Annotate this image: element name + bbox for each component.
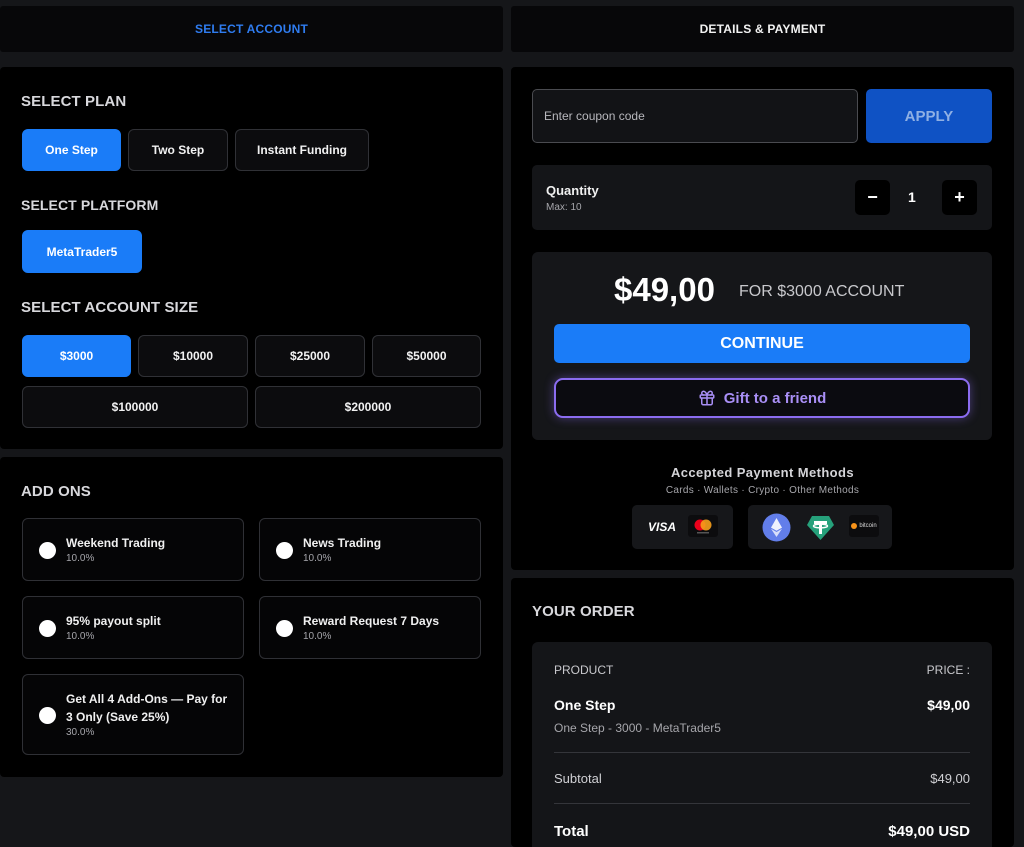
order-table: PRODUCT PRICE : One Step $49,00 One Step… — [532, 642, 992, 847]
size-option-3000[interactable]: $3000 — [22, 335, 131, 377]
payment-methods-subtitle: Cards · Wallets · Crypto · Other Methods — [665, 485, 860, 496]
mastercard-icon — [688, 515, 718, 537]
radio-button[interactable] — [39, 707, 56, 724]
size-option-10000[interactable]: $10000 — [138, 335, 248, 377]
radio-button[interactable] — [276, 542, 293, 559]
addon-percent: 10.0% — [66, 553, 95, 564]
subtotal-value: $49,00 — [930, 771, 970, 786]
gift-to-friend-button[interactable]: Gift to a friend — [554, 378, 970, 418]
visa-icon: VISA — [648, 520, 677, 534]
price-for-account: FOR $3000 ACCOUNT — [739, 283, 905, 300]
plan-option-one-step[interactable]: One Step — [22, 129, 121, 171]
radio-button[interactable] — [39, 542, 56, 559]
size-option-50000[interactable]: $50000 — [372, 335, 481, 377]
product-description: One Step - 3000 - MetaTrader5 — [554, 721, 721, 735]
apply-coupon-button[interactable]: APPLY — [866, 89, 992, 143]
price-column-header: PRICE : — [926, 663, 970, 677]
size-option-200000[interactable]: $200000 — [255, 386, 481, 428]
addon-title: 95% payout split — [66, 614, 161, 628]
radio-button[interactable] — [39, 620, 56, 637]
coupon-input[interactable] — [532, 89, 858, 143]
addon-percent: 10.0% — [66, 631, 95, 642]
subtotal-label: Subtotal — [554, 771, 602, 786]
total-value: $49,00 USD — [888, 823, 970, 840]
addon-title-line1: Get All 4 Add-Ons — Pay for — [66, 692, 228, 706]
addon-weekend-trading[interactable]: Weekend Trading 10.0% — [22, 518, 244, 581]
size-option-100000[interactable]: $100000 — [22, 386, 248, 428]
card-methods: VISA — [632, 505, 733, 549]
gift-label: Gift to a friend — [723, 389, 827, 407]
ethereum-icon — [762, 513, 791, 547]
plan-option-two-step[interactable]: Two Step — [128, 129, 228, 171]
select-plan-heading: SELECT PLAN — [21, 93, 127, 110]
addon-percent: 30.0% — [66, 727, 95, 738]
platform-option-metatrader5[interactable]: MetaTrader5 — [22, 230, 142, 273]
select-platform-heading: SELECT PLATFORM — [21, 197, 159, 213]
size-option-25000[interactable]: $25000 — [255, 335, 365, 377]
quantity-max: Max: 10 — [546, 202, 582, 213]
account-config-panel: SELECT PLAN One Step Two Step Instant Fu… — [0, 67, 503, 449]
addon-get-all-four[interactable]: Get All 4 Add-Ons — Pay for 3 Only (Save… — [22, 674, 244, 755]
bitcoin-label: bitcoin — [859, 523, 877, 529]
total-label: Total — [554, 823, 589, 840]
addon-percent: 10.0% — [303, 553, 332, 564]
quantity-label: Quantity — [546, 183, 599, 198]
price-amount: $49,00 — [614, 271, 715, 308]
product-column-header: PRODUCT — [554, 663, 614, 677]
quantity-stepper: Quantity Max: 10 − 1 + — [532, 165, 992, 230]
increment-button[interactable]: + — [942, 180, 977, 215]
price-summary: $49,00 FOR $3000 ACCOUNT CONTINUE Gift t… — [532, 252, 992, 440]
addon-percent: 10.0% — [303, 631, 332, 642]
addon-news-trading[interactable]: News Trading 10.0% — [259, 518, 481, 581]
radio-button[interactable] — [276, 620, 293, 637]
quantity-value: 1 — [908, 189, 916, 205]
divider — [554, 803, 970, 804]
crypto-methods: bitcoin — [748, 505, 892, 549]
select-account-size-heading: SELECT ACCOUNT SIZE — [21, 299, 199, 316]
tether-icon — [806, 513, 835, 547]
plan-option-instant-funding[interactable]: Instant Funding — [235, 129, 369, 171]
your-order-heading: YOUR ORDER — [532, 603, 635, 620]
continue-button[interactable]: CONTINUE — [554, 324, 970, 363]
decrement-button[interactable]: − — [855, 180, 890, 215]
addon-title: Weekend Trading — [66, 536, 166, 550]
payment-methods-title: Accepted Payment Methods — [671, 465, 854, 480]
addon-title-line2: 3 Only (Save 25%) — [66, 710, 170, 724]
divider — [554, 752, 970, 753]
product-price: $49,00 — [927, 697, 970, 713]
product-name: One Step — [554, 697, 616, 713]
tab-details-payment[interactable]: DETAILS & PAYMENT — [511, 6, 1014, 52]
addons-panel: ADD ONS Weekend Trading 10.0% News Tradi… — [0, 457, 503, 777]
addon-reward-request[interactable]: Reward Request 7 Days 10.0% — [259, 596, 481, 659]
addon-payout-split[interactable]: 95% payout split 10.0% — [22, 596, 244, 659]
gift-icon — [698, 389, 716, 407]
bitcoin-icon: bitcoin — [849, 515, 879, 537]
tab-select-account[interactable]: SELECT ACCOUNT — [0, 6, 503, 52]
addon-title: News Trading — [303, 536, 382, 550]
addons-heading: ADD ONS — [21, 483, 91, 500]
addon-title: Reward Request 7 Days — [303, 614, 440, 628]
